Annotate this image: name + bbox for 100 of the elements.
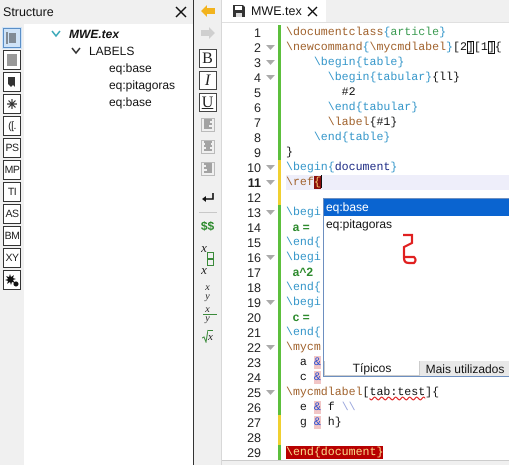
line-number: 10 — [246, 160, 262, 174]
code-line: c & — [298, 370, 321, 385]
code-line: \end{tabular} — [326, 100, 418, 115]
view-button[interactable]: AS — [3, 204, 21, 224]
line-number: 3 — [253, 56, 262, 70]
underline-button[interactable]: U — [198, 93, 216, 112]
close-icon[interactable] — [175, 6, 187, 18]
code-line: \end{ — [286, 280, 321, 295]
tree-item[interactable]: eq:base — [109, 60, 152, 74]
display-fraction-button[interactable]: x y — [196, 303, 218, 325]
fold-icon[interactable] — [266, 164, 274, 170]
splat-icon[interactable] — [5, 273, 19, 287]
line-number: 17 — [246, 266, 262, 280]
code-line: \end{table} — [312, 130, 390, 145]
list-icon[interactable] — [5, 53, 19, 67]
scribble-drawing — [400, 233, 418, 265]
code-line: \mycmdlabel[tab:test]{ — [286, 385, 440, 400]
view-button[interactable]: BM — [3, 226, 21, 246]
line-number: 16 — [246, 250, 262, 264]
chevron-icon[interactable] — [71, 46, 81, 54]
view-button[interactable]: XY — [3, 248, 21, 268]
code-line: \begi — [286, 295, 321, 310]
line-number: 7 — [253, 116, 262, 130]
tree-item[interactable]: eq:pitagoras — [109, 78, 176, 92]
line-number: 19 — [246, 296, 262, 310]
code-line: \label{#1} — [326, 115, 398, 130]
close-icon[interactable] — [306, 6, 318, 16]
line-number: 25 — [246, 386, 262, 400]
popup-tab[interactable]: Típicos — [324, 361, 420, 376]
fold-icon[interactable] — [266, 44, 274, 50]
line-number: 11 — [246, 176, 262, 190]
line-number: 2 — [253, 40, 262, 54]
tree-item[interactable]: eq:base — [109, 94, 152, 108]
line-number: 29 — [246, 446, 262, 460]
line-number: 5 — [253, 86, 262, 100]
fraction-button[interactable]: x y — [196, 281, 218, 303]
line-number: 21 — [246, 326, 262, 340]
view-button[interactable]: TI — [3, 182, 21, 202]
fold-icon[interactable] — [266, 74, 274, 80]
math-button[interactable]: $$ — [196, 215, 218, 237]
view-button[interactable]: ([. — [3, 116, 21, 136]
line-number: 4 — [253, 70, 262, 84]
code-line: #2 — [340, 85, 356, 100]
panel-title: Structure — [3, 5, 54, 19]
file-tab[interactable]: MWE.tex — [222, 0, 326, 22]
align-right-icon[interactable] — [200, 162, 214, 176]
code-line: \begi — [286, 250, 321, 265]
line-number: 12 — [246, 190, 262, 204]
save-icon — [232, 4, 246, 18]
back-arrow-icon[interactable] — [200, 4, 216, 18]
fold-icon[interactable] — [266, 390, 274, 396]
line-number: 24 — [246, 370, 262, 384]
completion-item[interactable]: eq:base — [324, 199, 509, 216]
view-button[interactable]: MP — [3, 160, 21, 180]
code-line: \mycm — [286, 340, 321, 355]
completion-item[interactable]: eq:pitagoras — [324, 216, 509, 233]
fold-icon[interactable] — [266, 210, 274, 216]
code-line: e & f \\ — [298, 400, 356, 415]
popup-tab[interactable]: Mais utilizados — [420, 361, 509, 376]
fold-icon[interactable] — [266, 300, 274, 306]
line-number: 23 — [246, 356, 262, 370]
line-number: 26 — [246, 400, 262, 414]
asterisk-icon[interactable] — [5, 97, 19, 111]
code-line: g & h} — [298, 415, 342, 430]
italic-button[interactable]: I — [198, 71, 216, 90]
line-number: 15 — [246, 236, 262, 250]
view-button[interactable]: PS — [3, 138, 21, 158]
align-center-icon[interactable] — [200, 140, 214, 154]
code-line: a & — [298, 355, 321, 370]
code-line: \end{ — [286, 325, 321, 340]
code-line: a^2 — [292, 265, 314, 280]
line-number: 18 — [246, 280, 262, 294]
bold-button[interactable]: B — [198, 49, 216, 68]
code-line: \begin{document} — [286, 160, 398, 175]
toc-icon[interactable] — [5, 31, 19, 45]
return-icon[interactable] — [200, 192, 214, 204]
superscript-button[interactable]: x — [196, 259, 218, 281]
code-line: \begin{table} — [312, 55, 404, 70]
tree-folder[interactable]: MWE.tex — [69, 26, 120, 40]
code-line: a = — [292, 220, 310, 235]
fold-icon[interactable] — [266, 344, 274, 350]
fold-icon[interactable] — [266, 180, 274, 186]
line-number: 1 — [253, 26, 262, 40]
subscript-button[interactable]: x — [196, 237, 218, 259]
align-left-icon[interactable] — [200, 118, 214, 132]
line-number: 13 — [246, 206, 262, 220]
line-number: 20 — [246, 310, 262, 324]
code-line: \end{ — [286, 235, 321, 250]
square-root-button[interactable]: x — [196, 325, 218, 347]
tree-folder[interactable]: LABELS — [89, 44, 134, 58]
line-number: 9 — [253, 146, 262, 160]
code-line: \begin{tabular}{ll} — [326, 70, 460, 85]
fold-icon[interactable] — [266, 60, 274, 66]
code-line: \begi — [286, 205, 321, 220]
code-line: c = — [292, 310, 310, 325]
code-line: \documentclass{article} — [286, 25, 446, 40]
radical-icon — [202, 329, 208, 343]
fold-icon[interactable] — [266, 254, 274, 260]
line-number: 8 — [253, 130, 262, 144]
line-number: 28 — [246, 430, 262, 444]
